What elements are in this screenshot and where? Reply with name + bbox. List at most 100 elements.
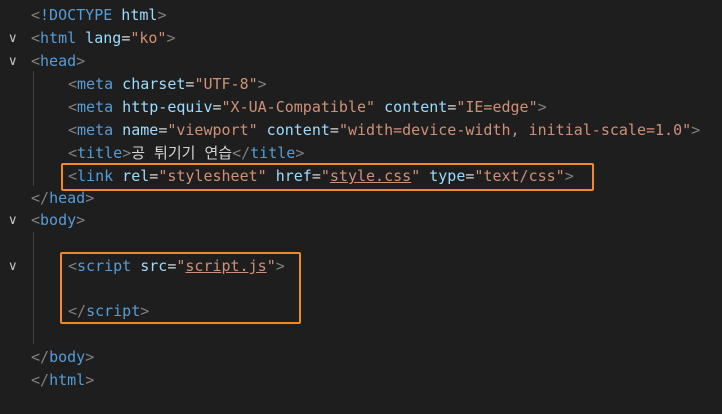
code-token: script bbox=[86, 302, 141, 320]
code-token: "X-UA-Compatible" bbox=[221, 98, 376, 116]
code-line[interactable]: <meta http-equiv="X-UA-Compatible" conte… bbox=[0, 96, 722, 119]
code-token[interactable]: style.css bbox=[330, 167, 411, 185]
code-token: "IE=edge" bbox=[456, 98, 538, 116]
code-line[interactable]: </body> bbox=[0, 346, 722, 369]
code-token: meta bbox=[77, 98, 114, 116]
code-token: < bbox=[31, 29, 41, 47]
code-token: > bbox=[85, 371, 95, 389]
code-text: </script> bbox=[68, 300, 149, 323]
code-token: </ bbox=[31, 348, 50, 366]
code-token: > bbox=[275, 257, 285, 275]
code-text: <script src="script.js"> bbox=[68, 255, 285, 278]
code-line[interactable]: <title>공 튀기기 연습</title> bbox=[0, 142, 722, 165]
code-token: "ko" bbox=[130, 29, 167, 47]
code-text: </html> bbox=[31, 369, 94, 392]
code-text: <meta http-equiv="X-UA-Compatible" conte… bbox=[68, 96, 547, 119]
code-line[interactable]: <meta name="viewport" content="width=dev… bbox=[0, 119, 722, 142]
fold-chevron-icon[interactable]: ∨ bbox=[8, 27, 22, 50]
code-token: head bbox=[49, 189, 86, 207]
code-token: head bbox=[40, 52, 77, 70]
code-token: html bbox=[49, 371, 86, 389]
code-token: body bbox=[49, 348, 86, 366]
code-token: </ bbox=[31, 189, 50, 207]
code-token: name bbox=[113, 121, 159, 139]
code-token: " bbox=[266, 257, 276, 275]
code-text: <meta charset="UTF-8"> bbox=[68, 73, 267, 96]
code-text: <body> bbox=[31, 209, 85, 232]
code-token: > bbox=[140, 302, 150, 320]
code-token: > bbox=[295, 144, 305, 162]
code-text: <meta name="viewport" content="width=dev… bbox=[68, 119, 700, 142]
code-token: title bbox=[77, 144, 123, 162]
code-token: rel bbox=[113, 167, 150, 185]
code-token: > bbox=[157, 6, 167, 24]
code-token: < bbox=[68, 144, 78, 162]
code-token: " bbox=[320, 167, 330, 185]
code-line[interactable] bbox=[0, 232, 722, 255]
code-token: body bbox=[40, 211, 77, 229]
code-line[interactable] bbox=[0, 323, 722, 346]
code-token: > bbox=[691, 121, 701, 139]
fold-chevron-icon[interactable]: ∨ bbox=[8, 209, 22, 232]
code-token: < bbox=[31, 52, 41, 70]
code-token: = bbox=[212, 98, 222, 116]
fold-chevron-icon[interactable]: ∨ bbox=[8, 50, 22, 73]
code-token: link bbox=[77, 167, 114, 185]
code-token: > bbox=[76, 211, 86, 229]
code-line[interactable]: <!DOCTYPE html> bbox=[0, 4, 722, 27]
code-token: = bbox=[329, 121, 339, 139]
code-token: "stylesheet" bbox=[158, 167, 267, 185]
code-token: > bbox=[76, 52, 86, 70]
code-line[interactable] bbox=[0, 278, 722, 301]
code-token: "viewport" bbox=[167, 121, 258, 139]
code-token: </ bbox=[232, 144, 251, 162]
code-token: !DOCTYPE bbox=[40, 6, 113, 24]
code-text: <title>공 튀기기 연습</title> bbox=[68, 142, 304, 165]
code-line[interactable]: <link rel="stylesheet" href="style.css" … bbox=[0, 165, 722, 188]
code-text: <html lang="ko"> bbox=[31, 27, 176, 50]
code-token: title bbox=[250, 144, 296, 162]
code-token: < bbox=[68, 257, 78, 275]
code-line[interactable]: ∨ <head> bbox=[0, 50, 722, 73]
fold-chevron-icon[interactable]: ∨ bbox=[8, 255, 22, 278]
code-line[interactable]: <meta charset="UTF-8"> bbox=[0, 73, 722, 96]
code-token: html bbox=[40, 29, 77, 47]
code-token: < bbox=[31, 211, 41, 229]
code-line[interactable]: </script> bbox=[0, 300, 722, 323]
code-token: > bbox=[166, 29, 176, 47]
code-text: </head> bbox=[31, 187, 94, 210]
code-token: content bbox=[375, 98, 448, 116]
code-token: content bbox=[257, 121, 330, 139]
code-token: < bbox=[68, 121, 78, 139]
code-text: <head> bbox=[31, 50, 85, 73]
code-line[interactable]: ∨ <html lang="ko"> bbox=[0, 27, 722, 50]
code-line[interactable]: ∨ <script src="script.js"> bbox=[0, 255, 722, 278]
code-token: </ bbox=[31, 371, 50, 389]
code-token: > bbox=[537, 98, 547, 116]
code-token: = bbox=[149, 167, 159, 185]
code-token: 공 튀기기 연습 bbox=[131, 144, 233, 162]
code-line[interactable]: </head> bbox=[0, 187, 722, 210]
code-token: = bbox=[121, 29, 131, 47]
code-token: http-equiv bbox=[113, 98, 213, 116]
code-line[interactable]: ∨ <body> bbox=[0, 209, 722, 232]
code-token: href bbox=[266, 167, 312, 185]
code-token: src bbox=[131, 257, 168, 275]
code-token[interactable]: script.js bbox=[185, 257, 266, 275]
code-token: charset bbox=[113, 75, 186, 93]
code-token: script bbox=[77, 257, 132, 275]
code-token: </ bbox=[68, 302, 87, 320]
code-token: type bbox=[420, 167, 466, 185]
code-token: > bbox=[85, 348, 95, 366]
code-token: = bbox=[311, 167, 321, 185]
code-editor[interactable]: <!DOCTYPE html> ∨ <html lang="ko"> ∨ <head> <… bbox=[0, 0, 722, 414]
code-token: " bbox=[411, 167, 421, 185]
code-token: html bbox=[112, 6, 158, 24]
code-token: "UTF-8" bbox=[194, 75, 258, 93]
code-token: meta bbox=[77, 75, 114, 93]
code-text: <link rel="stylesheet" href="style.css" … bbox=[68, 165, 574, 188]
code-token: meta bbox=[77, 121, 114, 139]
code-token: "width=device-width, initial-scale=1.0" bbox=[338, 121, 692, 139]
code-token: > bbox=[85, 189, 95, 207]
code-line[interactable]: </html> bbox=[0, 369, 722, 392]
